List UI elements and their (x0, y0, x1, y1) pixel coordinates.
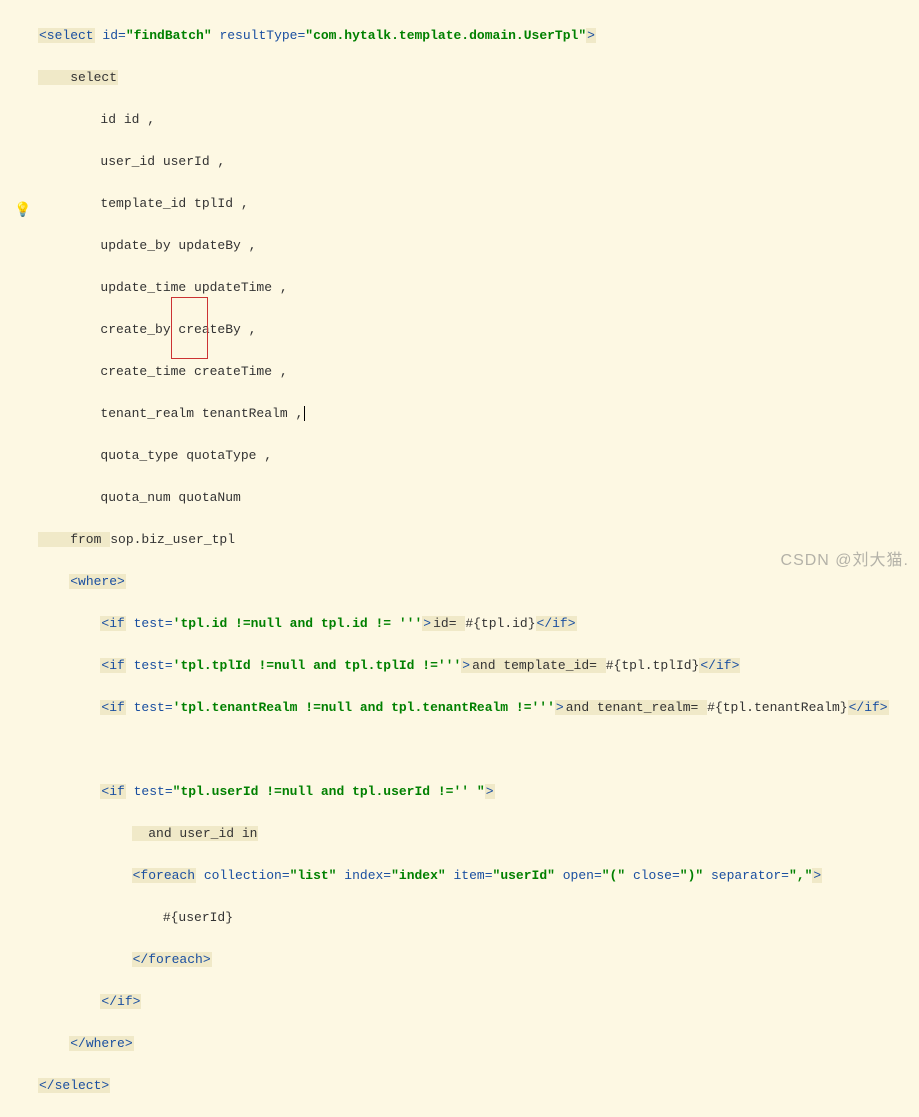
col-tplId: template_id tplId , (38, 196, 249, 211)
attr-test1: test= (126, 616, 173, 631)
col-quotaType: quota_type quotaType , (38, 448, 272, 463)
end-if3: </if> (848, 700, 889, 715)
val-resultType: "com.hytalk.template.domain.UserTpl" (305, 28, 586, 43)
col-quotaNum: quota_num quotaNum (38, 490, 241, 505)
tag-where-open: <where> (69, 574, 126, 589)
tag-close: > (586, 28, 596, 43)
test4-val: "tpl.userId !=null and tpl.userId !='' " (173, 784, 485, 799)
val-id: "findBatch" (126, 28, 212, 43)
col-createBy: create_by createBy , (38, 322, 256, 337)
val-index: "index" (391, 868, 446, 883)
if2-body-b: #{tpl.tplId} (606, 658, 700, 673)
tag-select-open: <select (38, 28, 95, 43)
if1-body-a: id= (432, 616, 465, 631)
end-where: </where> (69, 1036, 133, 1051)
if2-gt: > (461, 658, 471, 673)
col-id: id id , (38, 112, 155, 127)
test3-val: 'tpl.tenantRealm !=null and tpl.tenantRe… (173, 700, 555, 715)
attr-id: id= (95, 28, 126, 43)
tag-if2: <if (100, 658, 125, 673)
watermark: CSDN @刘大猫. (781, 546, 909, 570)
sql-select: select (38, 70, 118, 85)
attr-test2: test= (126, 658, 173, 673)
attr-separator: separator= (703, 868, 789, 883)
lightbulb-icon[interactable]: 💡 (14, 202, 31, 219)
attr-test4: test= (126, 784, 173, 799)
attr-open: open= (555, 868, 602, 883)
end-if2: </if> (699, 658, 740, 673)
val-close: ")" (680, 868, 703, 883)
attr-index: index= (336, 868, 391, 883)
col-createTime: create_time createTime , (38, 364, 288, 379)
tag-if4: <if (100, 784, 125, 799)
end-foreach: </foreach> (132, 952, 212, 967)
end-if1: </if> (536, 616, 577, 631)
if4-body: and user_id in (132, 826, 259, 841)
if3-gt: > (555, 700, 565, 715)
col-updateTime: update_time updateTime , (38, 280, 288, 295)
if3-body-a: and tenant_realm= (565, 700, 707, 715)
editor-gutter: 💡 (0, 0, 30, 576)
if3-body-b: #{tpl.tenantRealm} (707, 700, 847, 715)
test1-val: 'tpl.id !=null and tpl.id != ''' (173, 616, 423, 631)
col-tenantRealm: tenant_realm tenantRealm , (38, 406, 303, 421)
tag-if3: <if (100, 700, 125, 715)
sql-from: from (38, 532, 110, 547)
attr-resultType: resultType= (212, 28, 306, 43)
if1-gt: > (422, 616, 432, 631)
test2-val: 'tpl.tplId !=null and tpl.tplId !=''' (173, 658, 462, 673)
if2-body-a: and template_id= (471, 658, 606, 673)
end-select: </select> (38, 1078, 110, 1093)
tag-if1: <if (100, 616, 125, 631)
end-if4: </if> (100, 994, 141, 1009)
attr-close: close= (625, 868, 680, 883)
fe-gt: > (812, 868, 822, 883)
if1-body-b: #{tpl.id} (465, 616, 535, 631)
code-area[interactable]: <select id="findBatch" resultType="com.h… (38, 4, 889, 1117)
text-caret (304, 406, 305, 421)
tag-foreach: <foreach (132, 868, 196, 883)
attr-item: item= (446, 868, 493, 883)
val-collection: "list" (290, 868, 337, 883)
attr-collection: collection= (196, 868, 290, 883)
val-separator: "," (789, 868, 812, 883)
col-updateBy: update_by updateBy , (38, 238, 256, 253)
val-open: "(" (602, 868, 625, 883)
val-item: "userId" (493, 868, 555, 883)
attr-test3: test= (126, 700, 173, 715)
col-userId: user_id userId , (38, 154, 225, 169)
if4-gt: > (485, 784, 495, 799)
foreach-body: #{userId} (163, 910, 233, 925)
table-name: sop.biz_user_tpl (110, 532, 235, 547)
